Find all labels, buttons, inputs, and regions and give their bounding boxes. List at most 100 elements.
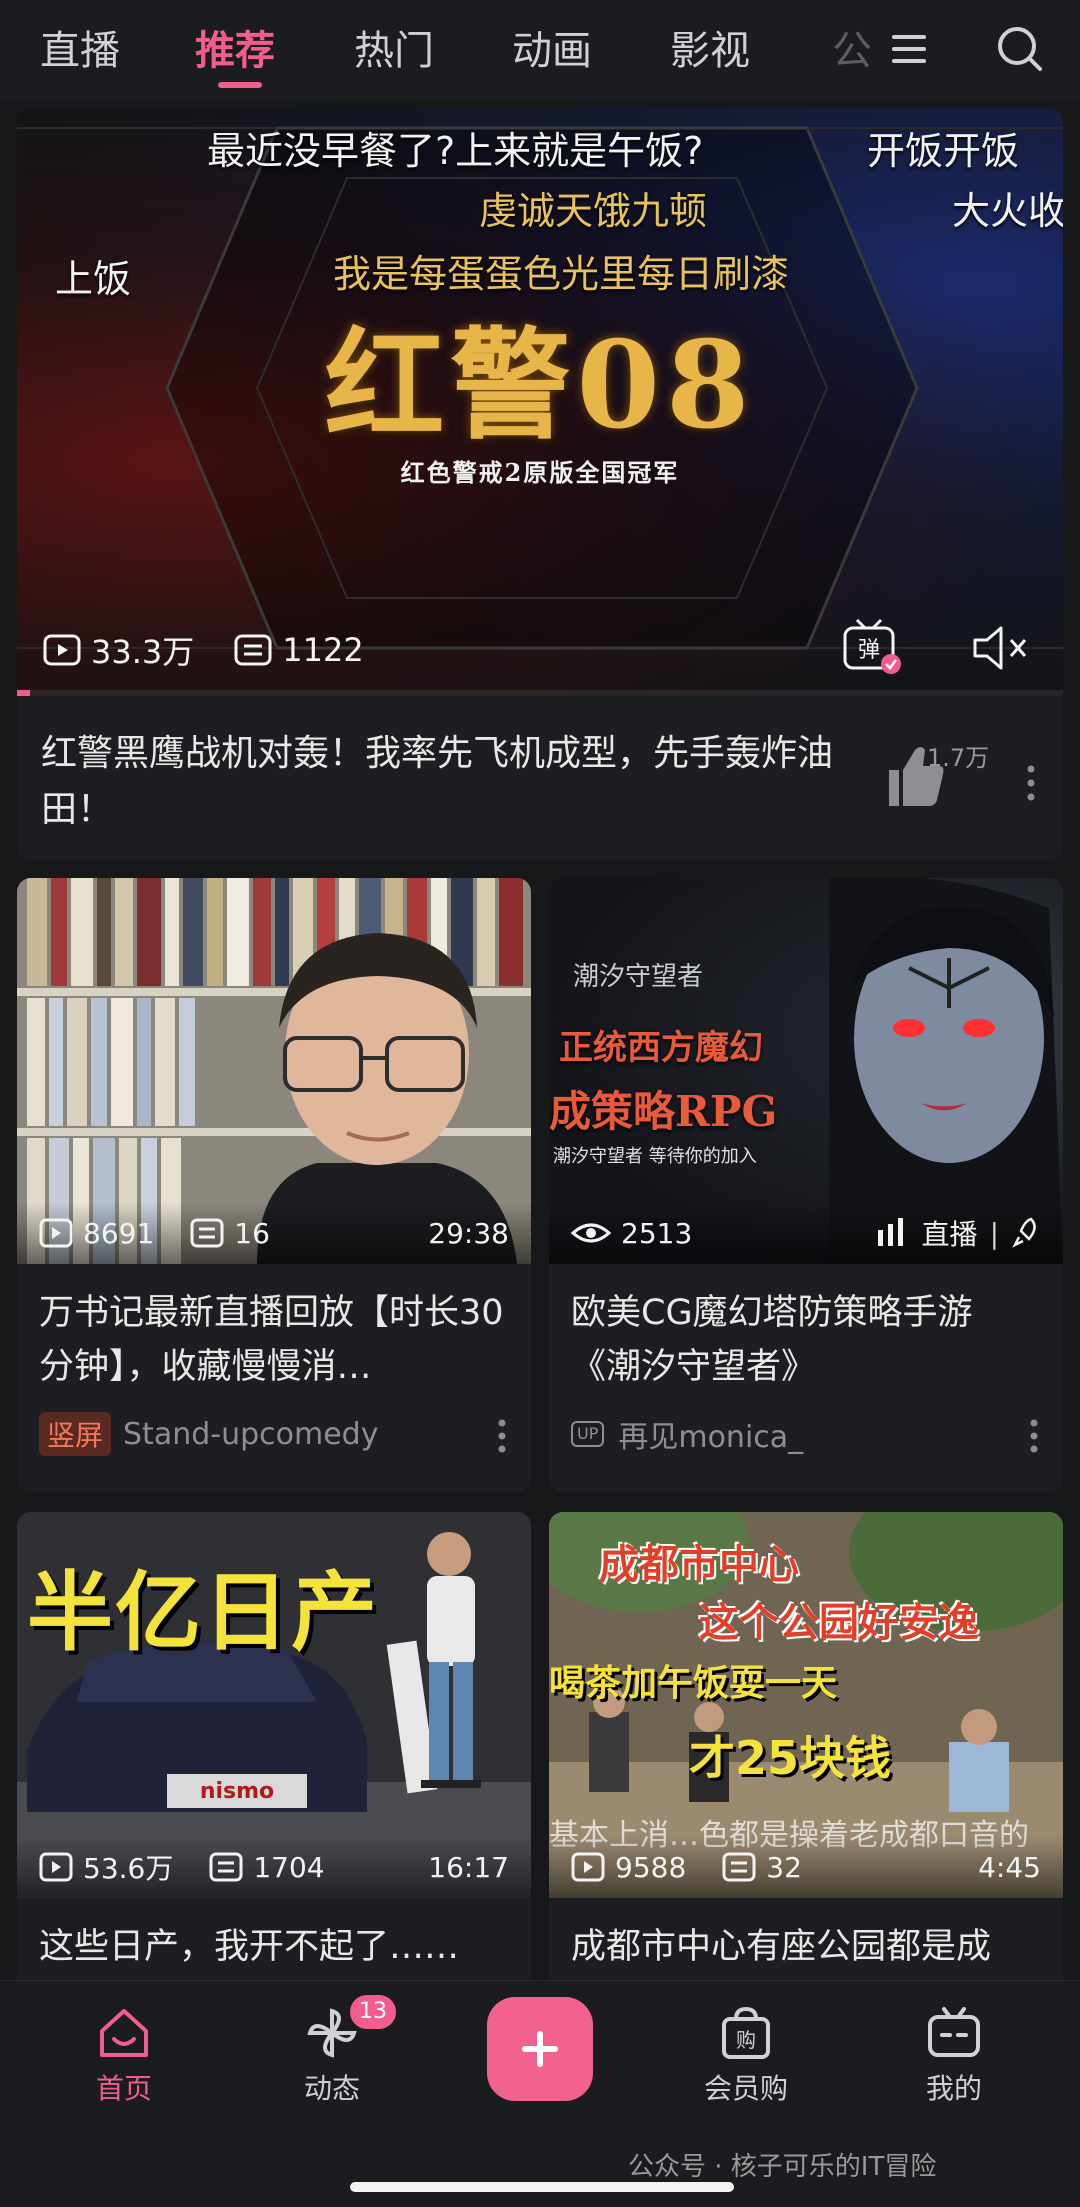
video-duration: 4:45 [978, 1850, 1041, 1884]
play-count-icon [571, 1852, 605, 1882]
video-meta: UP 再见monica_ [571, 1412, 803, 1456]
plus-icon [522, 2031, 558, 2067]
video-thumbnail[interactable]: 8691 16 29:38 [17, 878, 531, 1264]
svg-text:弹: 弹 [858, 638, 880, 663]
nav-member-shop[interactable]: 购 会员购 [656, 1981, 836, 2107]
video-title[interactable]: 这些日产，我开不起了…… [39, 1920, 509, 1974]
author-name[interactable]: Stand-upcomedy [123, 1417, 378, 1452]
menu-icon[interactable] [884, 18, 940, 78]
playback-progress-fill [17, 690, 30, 696]
video-meta: 竖屏 Stand-upcomedy [39, 1412, 378, 1456]
video-card[interactable]: 潮汐守望者 正统西方魔幻 成策略RPG 潮汐守望者 等待你的加入 2513 直播… [549, 878, 1063, 1492]
like-count: 1.7万 [927, 744, 990, 772]
tab-film[interactable]: 影视 [670, 18, 750, 76]
video-title[interactable]: 欧美CG魔幻塔防策略手游《潮汐守望者》 [571, 1286, 1041, 1394]
top-tab-bar: 直播 推荐 热门 动画 影视 公 [0, 0, 1080, 100]
nav-home[interactable]: 首页 [34, 1981, 214, 2107]
tab-recommend[interactable]: 推荐 [195, 18, 275, 76]
live-signal-icon [877, 1218, 903, 1246]
overlay-headline: 成都市中心 [599, 1542, 799, 1588]
danmaku-comment: 大火收 [952, 189, 1063, 233]
video-card[interactable]: 8691 16 29:38 万书记最新直播回放【时长30分钟】，收藏慢慢消… 竖… [17, 878, 531, 1492]
comment-count: 16 [234, 1216, 270, 1250]
featured-video-stats: 33.3万 1122 [43, 628, 364, 672]
overlay-headline: 才25块钱 [689, 1731, 892, 1785]
overlay-headline: 正统西方魔幻 [559, 1028, 763, 1068]
featured-video-card[interactable]: 最近没早餐了?上来就是午饭? 开饭开饭 大火收 上饭 虔诚天饿九顿 我是每蛋蛋色… [17, 108, 1063, 860]
home-icon [100, 2009, 148, 2057]
svg-text:购: 购 [736, 2028, 756, 2052]
comment-count: 1122 [282, 631, 364, 669]
overlay-headline: 喝茶加午饭耍一天 [549, 1663, 838, 1704]
video-art-subtitle: 红色警戒2原版全国冠军 [400, 458, 680, 487]
video-stats: 8691 16 29:38 [17, 1202, 531, 1264]
video-stats: 2513 直播 | [549, 1202, 1063, 1264]
video-duration: 29:38 [428, 1216, 509, 1250]
danmaku-comment: 最近没早餐了?上来就是午饭? [207, 129, 704, 173]
notification-badge: 13 [350, 1995, 396, 2029]
live-label: 直播 [921, 1218, 978, 1251]
play-count-icon [39, 1852, 73, 1882]
game-logo-text: 潮汐守望者 [573, 962, 704, 992]
nav-label: 我的 [925, 2072, 982, 2105]
view-count: 9588 [615, 1850, 687, 1884]
watermark-text: 公众号 · 核子可乐的IT冒险 [628, 2152, 937, 2182]
comment-count: 32 [766, 1850, 802, 1884]
tab-animation[interactable]: 动画 [512, 18, 592, 76]
featured-video-title[interactable]: 红警黑鹰战机对轰！我率先飞机成型，先手轰炸油田！ [41, 726, 841, 838]
danmaku-comment: 虔诚天饿九顿 [479, 189, 708, 233]
shopping-bag-icon: 购 [722, 2006, 770, 2059]
video-title[interactable]: 万书记最新直播回放【时长30分钟】，收藏慢慢消… [39, 1286, 509, 1394]
overlay-headline: 成策略RPG [549, 1087, 778, 1136]
nav-label: 会员购 [703, 2072, 788, 2105]
eye-icon [571, 1223, 611, 1243]
comment-count-icon [722, 1852, 756, 1882]
tab-live[interactable]: 直播 [40, 18, 120, 76]
comment-count-icon [234, 634, 272, 666]
video-stats: 9588 32 4:45 [549, 1836, 1063, 1898]
play-count-icon [43, 634, 81, 666]
playback-progress-bar[interactable] [17, 690, 1063, 696]
video-duration: 16:17 [428, 1850, 509, 1884]
more-options-icon[interactable] [497, 1418, 507, 1454]
view-count: 8691 [83, 1216, 155, 1250]
video-title[interactable]: 成都市中心有座公园都是成 [571, 1920, 1041, 1974]
comment-count: 1704 [253, 1850, 325, 1884]
danmaku-toggle-icon[interactable]: 弹 [837, 616, 907, 680]
danmaku-comment: 开饭开饭 [867, 129, 1020, 173]
publish-button[interactable] [487, 1997, 593, 2101]
overlay-caption: 潮汐守望者 等待你的加入 [553, 1146, 757, 1167]
rocket-icon [1012, 1217, 1036, 1248]
featured-video-player[interactable]: 最近没早餐了?上来就是午饭? 开饭开饭 大火收 上饭 虔诚天饿九顿 我是每蛋蛋色… [17, 108, 1063, 696]
home-indicator[interactable] [350, 2182, 734, 2192]
video-art-title: 红警08 [324, 315, 756, 456]
tv-profile-icon [928, 2007, 980, 2057]
active-tab-indicator [218, 82, 262, 88]
license-plate-text: nismo [200, 1779, 274, 1804]
overlay-headline: 这个公园好安逸 [699, 1600, 979, 1646]
view-count: 2513 [621, 1216, 693, 1250]
view-count: 53.6万 [83, 1852, 174, 1885]
video-thumbnail[interactable]: 潮汐守望者 正统西方魔幻 成策略RPG 潮汐守望者 等待你的加入 2513 直播… [549, 878, 1063, 1264]
nav-label: 动态 [303, 2072, 360, 2105]
tab-overflow[interactable]: 公 [832, 18, 872, 76]
play-count-icon [39, 1218, 73, 1248]
nav-dynamic[interactable]: 动态 13 [242, 1981, 422, 2107]
nav-label: 首页 [95, 2072, 152, 2105]
search-icon[interactable] [992, 18, 1048, 78]
more-options-icon[interactable] [1025, 763, 1037, 803]
overlay-headline: 半亿日产 [27, 1563, 379, 1663]
more-options-icon[interactable] [1029, 1418, 1039, 1454]
nav-profile[interactable]: 我的 [864, 1981, 1044, 2107]
vertical-screen-badge: 竖屏 [39, 1412, 112, 1456]
mute-icon[interactable] [967, 618, 1037, 678]
view-count: 33.3万 [91, 633, 195, 671]
video-stats: 53.6万 1704 16:17 [17, 1836, 531, 1898]
tab-hot[interactable]: 热门 [354, 18, 434, 76]
video-thumbnail[interactable]: 成都市中心 这个公园好安逸 喝茶加午饭耍一天 才25块钱 基本上消…色都是操着老… [549, 1512, 1063, 1898]
comment-count-icon [190, 1218, 224, 1248]
comment-count-icon [209, 1852, 243, 1882]
uploader-badge: UP [571, 1421, 605, 1447]
video-thumbnail[interactable]: nismo 半亿日产 53.6万 1704 16:17 [17, 1512, 531, 1898]
author-name[interactable]: 再见monica_ [618, 1412, 803, 1456]
